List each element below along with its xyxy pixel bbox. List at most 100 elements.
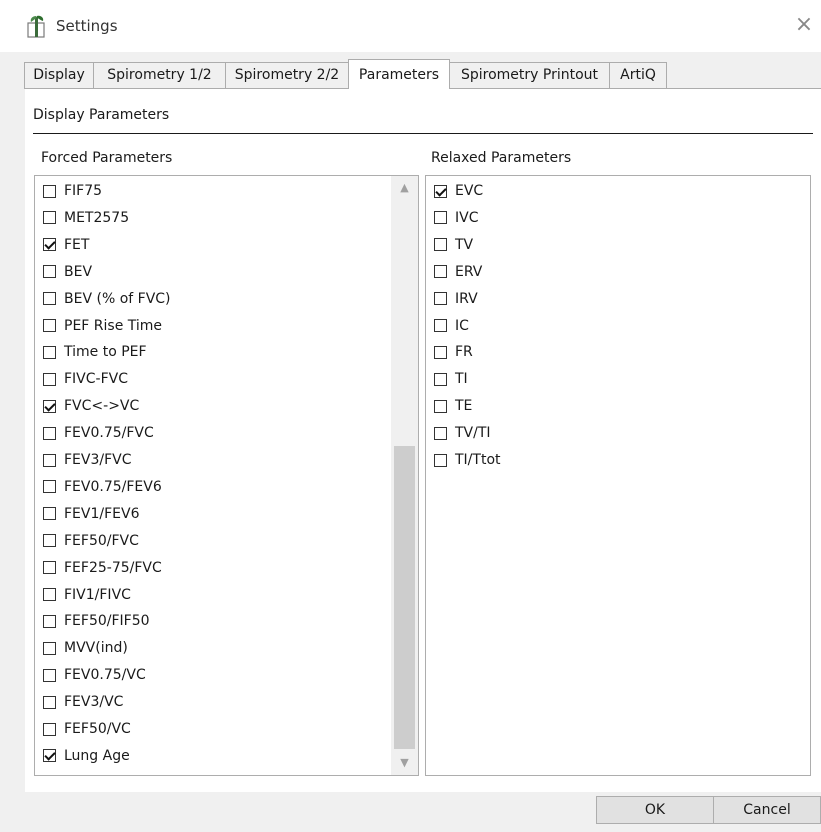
forced-parameter-item[interactable]: BEV (% of FVC) [43, 288, 171, 310]
tab-spirometry-2-2[interactable]: Spirometry 2/2 [225, 62, 349, 88]
title-bar: Settings × [0, 0, 821, 52]
checkbox[interactable] [43, 695, 56, 709]
forced-parameter-item[interactable]: FIF75 [43, 180, 102, 202]
checkbox[interactable] [434, 426, 447, 440]
checkbox[interactable] [43, 641, 56, 655]
parameter-label: BEV (% of FVC) [64, 290, 171, 307]
checkbox[interactable] [43, 480, 56, 494]
dialog-footer: OK Cancel [0, 792, 821, 832]
checkbox[interactable] [434, 345, 447, 359]
relaxed-parameter-item[interactable]: TV [434, 234, 473, 256]
tab-parameters[interactable]: Parameters [348, 59, 450, 89]
cancel-button[interactable]: Cancel [713, 796, 821, 824]
scroll-up-arrow-icon[interactable]: ▲ [391, 176, 418, 200]
tab-artiq[interactable]: ArtiQ [609, 62, 667, 88]
tab-spirometry-1-2[interactable]: Spirometry 1/2 [93, 62, 226, 88]
parameter-label: FEV1/FEV6 [64, 505, 140, 522]
parameter-label: Time to PEF [64, 344, 147, 361]
parameter-label: FEF25-75/FVC [64, 559, 162, 576]
forced-parameter-item[interactable]: PEF Rise Time [43, 315, 162, 337]
checkbox[interactable] [43, 561, 56, 575]
checkbox[interactable] [434, 292, 447, 306]
checkbox[interactable] [43, 614, 56, 628]
checkbox[interactable] [434, 399, 447, 413]
forced-parameter-item[interactable]: Time to PEF [43, 341, 147, 363]
checkbox[interactable] [43, 265, 56, 279]
scroll-thumb[interactable] [394, 446, 415, 749]
checkbox[interactable] [434, 453, 447, 467]
checkbox[interactable] [434, 211, 447, 225]
relaxed-parameter-item[interactable]: TE [434, 395, 472, 417]
forced-parameter-item[interactable]: FEV0.75/VC [43, 664, 146, 686]
relaxed-parameter-item[interactable]: EVC [434, 180, 483, 202]
checkbox[interactable] [434, 238, 447, 252]
forced-parameter-item[interactable]: FIV1/FIVC [43, 584, 131, 606]
checkbox[interactable] [43, 184, 56, 198]
forced-parameter-item[interactable]: FEF50/FIF50 [43, 610, 150, 632]
parameter-label: FEF50/VC [64, 721, 131, 737]
parameter-label: Lung Age [64, 747, 130, 764]
forced-parameter-item[interactable]: FEV3/VC [43, 691, 123, 713]
forced-parameter-item[interactable]: FET [43, 234, 89, 256]
checkbox-checked[interactable] [43, 749, 56, 763]
parameter-label: FET [64, 236, 90, 253]
forced-parameter-item[interactable]: FEV0.75/FVC [43, 422, 154, 444]
forced-parameter-item[interactable]: FEF25-75/FVC [43, 557, 162, 579]
forced-list-scrollbar[interactable]: ▲ ▼ [391, 176, 418, 775]
scroll-down-arrow-icon[interactable]: ▼ [391, 751, 418, 775]
checkbox[interactable] [43, 292, 56, 306]
checkbox[interactable] [43, 588, 56, 601]
checkbox[interactable] [43, 507, 56, 521]
section-divider [33, 133, 813, 134]
parameter-label: TE [455, 398, 473, 415]
checkbox[interactable] [43, 668, 56, 682]
checkbox[interactable] [43, 426, 56, 440]
parameter-label: FEV0.75/FVC [64, 425, 154, 442]
relaxed-parameter-item[interactable]: IVC [434, 207, 478, 229]
checkbox[interactable] [43, 722, 56, 736]
checkbox[interactable] [43, 534, 56, 548]
relaxed-parameter-item[interactable]: FR [434, 341, 473, 363]
relaxed-parameter-item[interactable]: TI [434, 368, 468, 390]
parameter-label: FR [455, 344, 473, 361]
forced-parameter-item[interactable]: FIVC-FVC [43, 368, 128, 390]
forced-parameter-item[interactable]: MVV(ind) [43, 637, 128, 659]
relaxed-parameter-item[interactable]: IC [434, 315, 469, 337]
forced-parameter-item[interactable]: FEV0.75/FEV6 [43, 476, 162, 498]
parameter-label: ERV [455, 263, 483, 280]
parameter-label: IRV [455, 290, 478, 307]
checkbox-checked[interactable] [434, 184, 447, 198]
checkbox[interactable] [43, 453, 56, 467]
checkbox[interactable] [43, 319, 56, 332]
relaxed-parameters-list[interactable]: EVC IVC TV ERV IRV IC FR TI TE TV/TI TI/Ttot [425, 175, 811, 776]
checkbox[interactable] [43, 211, 56, 225]
checkbox[interactable] [434, 265, 447, 279]
ok-button[interactable]: OK [596, 796, 714, 824]
forced-parameters-list[interactable]: ▲ ▼ FIF75 MET2575 FET BEV BEV (% of FVC) PEF … [34, 175, 419, 776]
relaxed-parameter-item[interactable]: IRV [434, 288, 478, 310]
forced-parameter-item[interactable]: FEF50/VC [43, 718, 131, 740]
close-icon[interactable]: × [787, 8, 821, 42]
forced-parameter-item[interactable]: FVC<->VC [43, 395, 139, 417]
checkbox[interactable] [43, 345, 56, 359]
tab-spirometry-printout[interactable]: Spirometry Printout [449, 62, 610, 88]
display-parameters-heading: Display Parameters [33, 107, 170, 123]
tab-display[interactable]: Display [24, 62, 94, 88]
forced-parameter-item[interactable]: Lung Age [43, 745, 130, 767]
checkbox[interactable] [434, 319, 447, 332]
relaxed-parameter-item[interactable]: TI/Ttot [434, 449, 501, 471]
forced-parameter-item[interactable]: FEV3/FVC [43, 449, 132, 471]
checkbox-checked[interactable] [43, 238, 56, 252]
forced-parameter-item[interactable]: MET2575 [43, 207, 129, 229]
forced-parameter-item[interactable]: FEV1/FEV6 [43, 503, 139, 525]
parameter-label: MVV(ind) [64, 640, 128, 657]
checkbox[interactable] [43, 372, 56, 386]
forced-parameter-item[interactable]: FEF50/FVC [43, 530, 139, 552]
checkbox[interactable] [434, 372, 447, 386]
relaxed-parameter-item[interactable]: ERV [434, 261, 482, 283]
checkbox-checked[interactable] [43, 399, 56, 413]
forced-parameter-item[interactable]: BEV [43, 261, 92, 283]
relaxed-parameter-item[interactable]: TV/TI [434, 422, 491, 444]
parameter-label: TI [455, 371, 468, 388]
parameter-label: FIVC-FVC [64, 371, 128, 388]
